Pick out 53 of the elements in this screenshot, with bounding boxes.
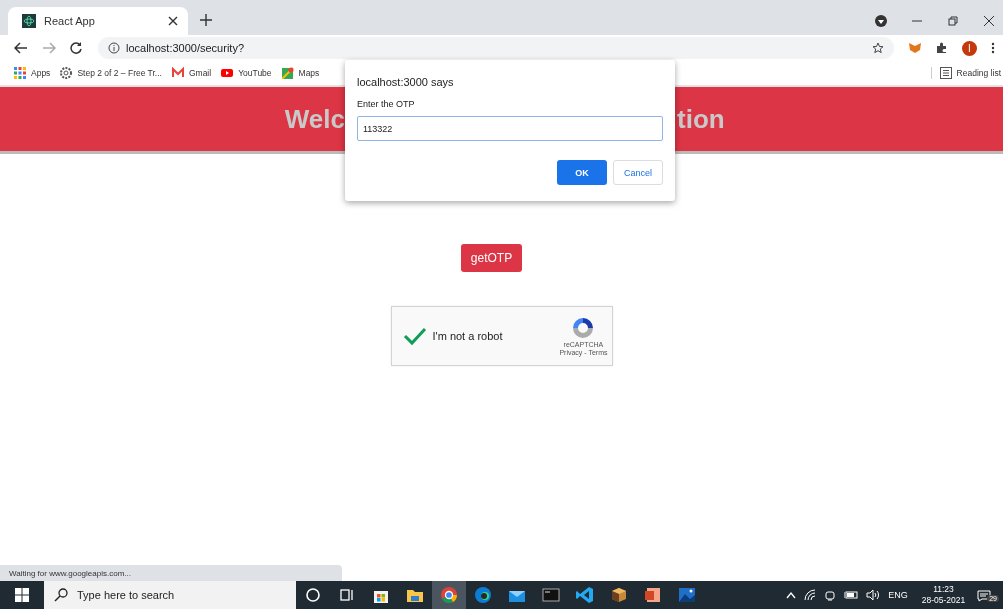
chevron-up-icon[interactable] [786, 591, 797, 599]
ok-button[interactable]: OK [557, 160, 607, 185]
star-icon[interactable] [872, 42, 884, 54]
more-icon[interactable] [991, 42, 995, 54]
search-icon [54, 588, 68, 602]
bookmark-item[interactable]: Apps [14, 67, 51, 79]
browser-tab[interactable]: React App [8, 7, 188, 35]
bookmark-item[interactable]: YouTube [221, 67, 272, 79]
header-title: Welc [284, 103, 345, 135]
address-bar[interactable]: localhost:3000/security? [98, 37, 894, 59]
language-indicator[interactable]: ENG [888, 590, 908, 600]
info-icon [108, 42, 120, 54]
mail-icon [171, 67, 184, 79]
reload-icon[interactable] [70, 42, 82, 54]
clock-time[interactable]: 11:23 [933, 584, 954, 595]
atom-icon [22, 14, 36, 28]
puzzle-icon[interactable] [936, 42, 948, 54]
list-icon [939, 67, 952, 79]
url-text: localhost:3000/security? [126, 42, 244, 54]
dialog-message: Enter the OTP [357, 99, 416, 109]
bookmark-item[interactable]: Gmail [171, 67, 212, 79]
checkmark-icon[interactable] [402, 326, 427, 346]
windows-start-icon[interactable] [15, 588, 29, 602]
bookmark-item[interactable]: Step 2 of 2 – Free Tr... [60, 67, 162, 79]
get-otp-button[interactable]: getOTP [460, 244, 523, 272]
battery-icon[interactable] [844, 590, 859, 600]
cancel-button[interactable]: Cancel [613, 160, 663, 185]
taskbar-search-field[interactable]: Type here to search [44, 581, 296, 609]
gear-icon [60, 67, 73, 79]
otp-input-field[interactable]: 113322 [357, 116, 663, 141]
plus-icon[interactable] [200, 14, 212, 26]
shield-icon[interactable] [875, 15, 887, 27]
chrome-icon[interactable] [432, 581, 466, 609]
header-title: tion [676, 103, 725, 135]
reading-list-button[interactable]: Reading list [930, 67, 1003, 79]
clock-date[interactable]: 28-05-2021 [921, 595, 966, 606]
close-icon[interactable] [168, 16, 178, 26]
status-bubble: Waiting for www.googleapis.com... [0, 565, 342, 581]
bookmark-item[interactable]: Maps [281, 67, 320, 79]
restore-icon[interactable] [947, 15, 959, 27]
grid-icon [14, 67, 26, 79]
play-icon [221, 67, 234, 79]
forward-arrow-icon [42, 42, 56, 54]
profile-avatar[interactable]: I [962, 40, 977, 56]
fox-icon[interactable] [908, 42, 922, 54]
speaker-icon[interactable] [866, 589, 881, 601]
dialog-title: localhost:3000 says [357, 76, 455, 88]
map-icon [281, 67, 294, 79]
back-arrow-icon[interactable] [14, 42, 28, 54]
wifi-icon[interactable] [804, 589, 817, 601]
captcha-label: I'm not a robot [432, 330, 504, 342]
close-icon[interactable] [983, 15, 995, 27]
tab-title: React App [44, 15, 96, 27]
